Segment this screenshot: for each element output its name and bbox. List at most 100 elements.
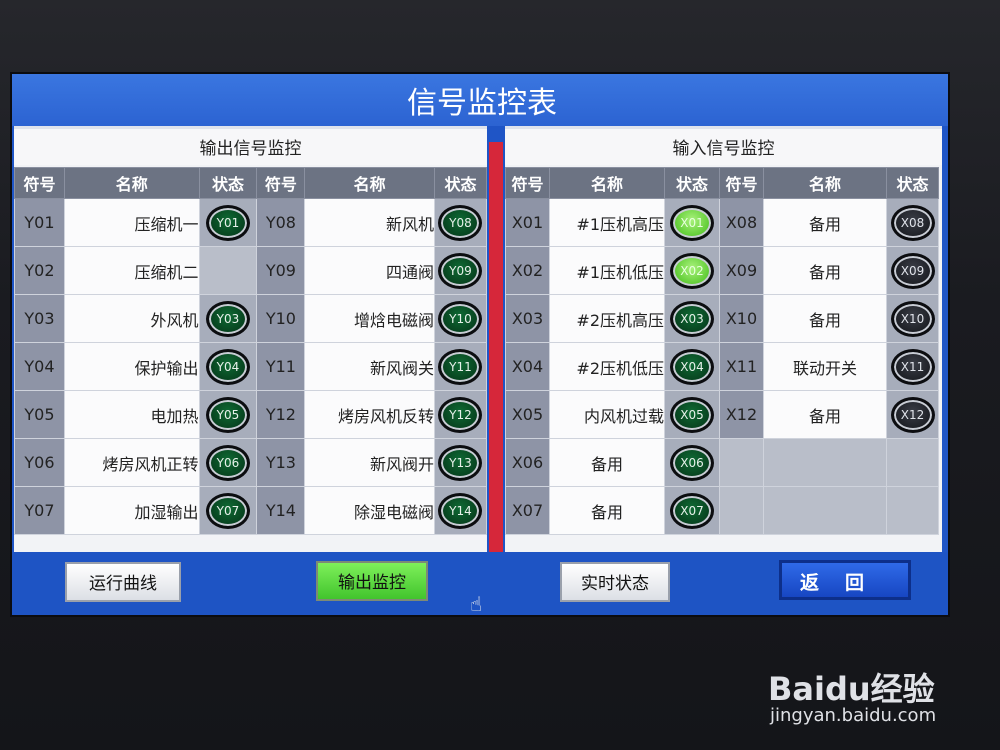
signal-status-led[interactable]: X04 (670, 348, 714, 385)
signal-symbol: X02 (505, 246, 550, 295)
signal-symbol: Y13 (256, 438, 306, 487)
watermark-logo: Baidu经验 (768, 670, 935, 708)
status-cell: Y08 (433, 198, 488, 247)
hmi-screen: 信号监控表 输出信号监控 符号 名称 状态 符号 名称 状态 Y01 压缩机一 Y0… (10, 72, 950, 617)
status-cell (886, 486, 939, 535)
signal-status-led[interactable]: X07 (670, 492, 714, 529)
signal-status-led[interactable]: Y04 (205, 348, 250, 385)
signal-name: 新风阀开 (304, 438, 435, 487)
table-row: X03 #2压机高压 X03 X10 备用 X10 (505, 294, 939, 343)
signal-status-led[interactable]: Y06 (205, 444, 250, 481)
status-cell: X11 (886, 342, 939, 391)
signal-name: 保护输出 (63, 342, 200, 391)
signal-name: 电加热 (63, 390, 200, 439)
status-cell: X01 (664, 198, 720, 247)
signal-status-led[interactable]: Y07 (205, 492, 250, 529)
status-cell: Y03 (198, 294, 258, 343)
status-cell: X09 (886, 246, 939, 295)
signal-symbol: Y03 (14, 294, 65, 343)
signal-status-led[interactable]: X02 (670, 252, 714, 289)
status-cell: X07 (664, 486, 720, 535)
col-header-symbol: 符号 (256, 167, 306, 199)
signal-name: 内风机过载 (549, 390, 665, 439)
signal-status-led[interactable]: X11 (890, 348, 935, 385)
signal-symbol: X04 (505, 342, 550, 391)
signal-symbol: X12 (719, 390, 764, 439)
page-title: 信号监控表 (12, 74, 948, 126)
col-header-status: 状态 (664, 167, 720, 199)
col-header-symbol: 符号 (14, 167, 65, 199)
signal-name: 烤房风机反转 (304, 390, 435, 439)
signal-symbol: X03 (505, 294, 550, 343)
signal-symbol: Y01 (14, 198, 65, 247)
signal-status-led[interactable]: Y09 (438, 252, 483, 289)
signal-status-led[interactable]: X05 (670, 396, 714, 433)
signal-name: #2压机低压 (549, 342, 665, 391)
status-cell: Y01 (198, 198, 258, 247)
table-row: Y04 保护输出 Y04 Y11 新风阀关 Y11 (14, 342, 488, 391)
signal-status-led[interactable]: Y11 (438, 348, 483, 385)
signal-symbol: X11 (719, 342, 764, 391)
table-row: X01 #1压机高压 X01 X08 备用 X08 (505, 198, 939, 247)
signal-status-led[interactable]: Y14 (438, 492, 483, 529)
output-monitor-button[interactable]: 输出监控 (316, 561, 428, 601)
status-cell: Y07 (198, 486, 258, 535)
status-cell: X06 (664, 438, 720, 487)
signal-symbol: X01 (505, 198, 550, 247)
signal-name: 烤房风机正转 (63, 438, 200, 487)
status-cell: X08 (886, 198, 939, 247)
table-row: Y02 压缩机二 Y09 四通阀 Y09 (14, 246, 488, 295)
col-header-status: 状态 (886, 167, 939, 199)
signal-name: 加湿输出 (63, 486, 200, 535)
signal-status-led[interactable]: Y05 (205, 396, 250, 433)
back-button[interactable]: 返回 (779, 560, 911, 600)
signal-name (763, 486, 887, 535)
status-cell (198, 246, 258, 295)
signal-name: #1压机高压 (549, 198, 665, 247)
signal-name: 外风机 (63, 294, 200, 343)
signal-status-led[interactable]: Y03 (205, 300, 250, 337)
signal-symbol: Y02 (14, 246, 65, 295)
status-cell: Y10 (433, 294, 488, 343)
signal-name: 备用 (763, 294, 887, 343)
status-cell: Y14 (433, 486, 488, 535)
signal-status-led[interactable]: Y13 (438, 444, 483, 481)
signal-name: 备用 (549, 486, 665, 535)
status-cell (886, 438, 939, 487)
signal-status-led[interactable]: X03 (670, 300, 714, 337)
signal-status-led[interactable]: X01 (670, 204, 714, 241)
signal-status-led[interactable]: Y12 (438, 396, 483, 433)
status-cell: X12 (886, 390, 939, 439)
table-row: Y06 烤房风机正转 Y06 Y13 新风阀开 Y13 (14, 438, 488, 487)
signal-status-led[interactable]: Y01 (205, 204, 250, 241)
table-row: Y07 加湿输出 Y07 Y14 除湿电磁阀 Y14 (14, 486, 488, 535)
signal-symbol: X06 (505, 438, 550, 487)
output-signal-panel: 输出信号监控 符号 名称 状态 符号 名称 状态 Y01 压缩机一 Y01 Y08 新风… (14, 126, 488, 611)
signal-status-led[interactable]: X08 (890, 204, 935, 241)
signal-symbol: Y07 (14, 486, 65, 535)
output-signal-table: 符号 名称 状态 符号 名称 状态 Y01 压缩机一 Y01 Y08 新风机 Y08 Y02… (14, 167, 488, 535)
status-cell: X10 (886, 294, 939, 343)
status-cell: X03 (664, 294, 720, 343)
status-cell: Y12 (433, 390, 488, 439)
signal-name: 备用 (763, 246, 887, 295)
signal-status-led[interactable]: Y08 (438, 204, 483, 241)
signal-symbol (719, 438, 764, 487)
realtime-status-button[interactable]: 实时状态 (560, 562, 670, 602)
signal-status-led[interactable]: X12 (890, 396, 935, 433)
watermark-url: jingyan.baidu.com (770, 705, 937, 726)
signal-symbol: Y09 (256, 246, 306, 295)
signal-symbol: Y12 (256, 390, 306, 439)
signal-name: 新风阀关 (304, 342, 435, 391)
signal-symbol: Y14 (256, 486, 306, 535)
signal-status-led[interactable]: X10 (890, 300, 935, 337)
signal-name: 联动开关 (763, 342, 887, 391)
signal-status-led[interactable]: Y10 (438, 300, 483, 337)
table-row: Y03 外风机 Y03 Y10 增焓电磁阀 Y10 (14, 294, 488, 343)
run-curve-button[interactable]: 运行曲线 (65, 562, 181, 602)
signal-status-led[interactable]: X06 (670, 444, 714, 481)
col-header-name: 名称 (304, 167, 435, 199)
signal-status-led[interactable]: X09 (890, 252, 935, 289)
signal-symbol: Y11 (256, 342, 306, 391)
signal-name: 压缩机一 (63, 198, 200, 247)
